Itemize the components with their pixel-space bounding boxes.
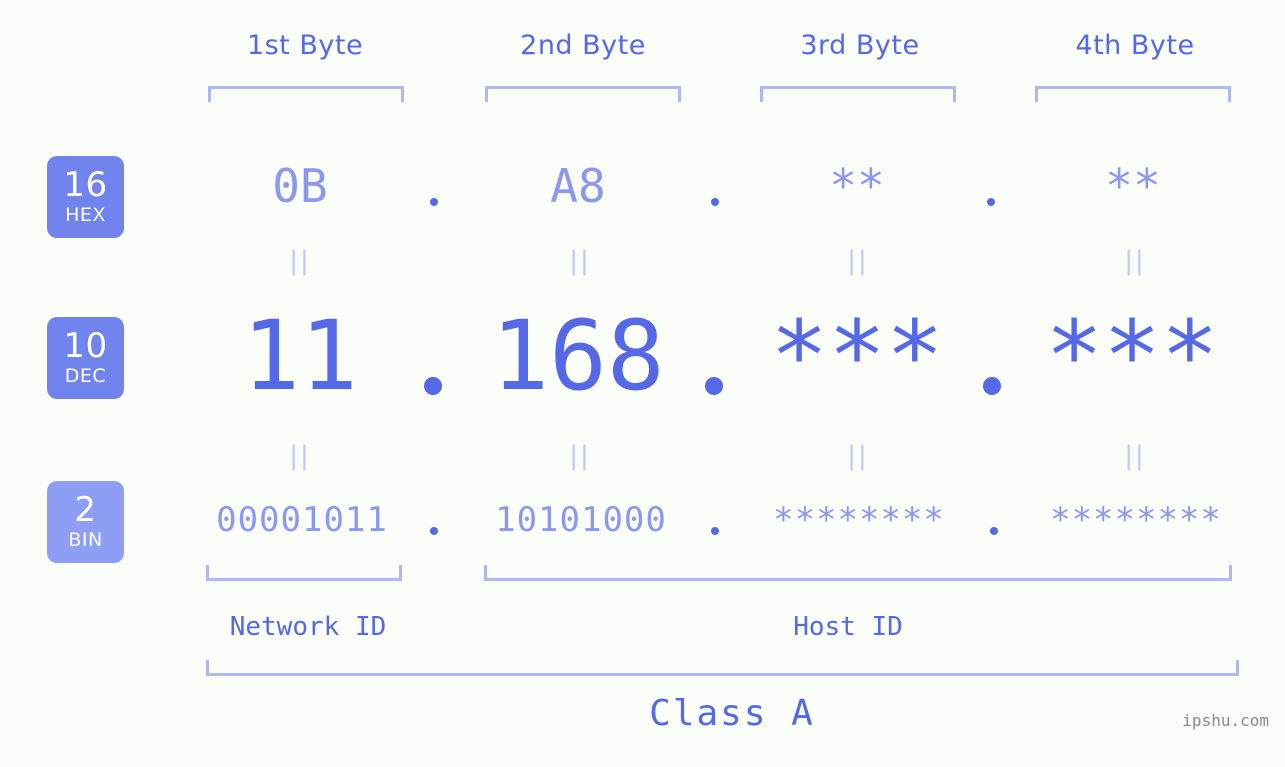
base-badge-bin: 2 BIN bbox=[47, 481, 124, 563]
connector-hex-dec-2: || bbox=[569, 246, 591, 276]
connector-hex-dec-4: || bbox=[1124, 246, 1146, 276]
dec-value-byte-4: *** bbox=[1045, 300, 1219, 412]
watermark: ipshu.com bbox=[1182, 711, 1269, 730]
base-badge-dec-number: 10 bbox=[63, 326, 108, 366]
dec-separator-dot-1 bbox=[424, 377, 442, 395]
base-badge-bin-label: BIN bbox=[68, 529, 103, 551]
bin-value-byte-3: ******** bbox=[773, 500, 945, 540]
host-id-label: Host ID bbox=[793, 612, 903, 642]
base-badge-hex: 16 HEX bbox=[47, 156, 124, 238]
bin-value-byte-2: 10101000 bbox=[495, 500, 667, 540]
base-badge-hex-label: HEX bbox=[65, 204, 106, 226]
hex-separator-dot-3 bbox=[987, 198, 995, 206]
byte-header-2: 2nd Byte bbox=[520, 30, 646, 61]
connector-dec-bin-4: || bbox=[1124, 441, 1146, 471]
base-badge-dec-label: DEC bbox=[64, 365, 107, 387]
connector-hex-dec-1: || bbox=[289, 246, 311, 276]
dec-separator-dot-3 bbox=[983, 377, 1001, 395]
byte-bracket-3 bbox=[760, 86, 956, 102]
hex-value-byte-4: ** bbox=[1105, 159, 1161, 213]
dec-value-byte-3: *** bbox=[770, 300, 944, 412]
hex-separator-dot-2 bbox=[711, 198, 719, 206]
base-badge-dec: 10 DEC bbox=[47, 317, 124, 399]
bin-separator-dot-1 bbox=[430, 527, 438, 535]
byte-bracket-4 bbox=[1035, 86, 1231, 102]
bin-separator-dot-2 bbox=[711, 527, 719, 535]
connector-dec-bin-3: || bbox=[847, 441, 869, 471]
hex-value-byte-1: 0B bbox=[272, 159, 328, 213]
bin-separator-dot-3 bbox=[990, 527, 998, 535]
byte-header-1: 1st Byte bbox=[246, 30, 364, 61]
byte-header-3: 3rd Byte bbox=[800, 30, 920, 61]
connector-hex-dec-3: || bbox=[847, 246, 869, 276]
byte-bracket-1 bbox=[208, 86, 404, 102]
network-id-label: Network ID bbox=[229, 612, 387, 642]
hex-value-byte-2: A8 bbox=[550, 159, 606, 213]
hex-value-byte-3: ** bbox=[829, 159, 885, 213]
byte-header-4: 4th Byte bbox=[1075, 30, 1195, 61]
ip-byte-diagram: 1st Byte 2nd Byte 3rd Byte 4th Byte 16 H… bbox=[0, 0, 1285, 767]
dec-separator-dot-2 bbox=[705, 377, 723, 395]
connector-dec-bin-2: || bbox=[569, 441, 591, 471]
dec-value-byte-2: 168 bbox=[491, 300, 665, 412]
base-badge-bin-number: 2 bbox=[74, 490, 97, 530]
bin-value-byte-4: ******** bbox=[1050, 500, 1222, 540]
network-id-bracket bbox=[206, 565, 402, 581]
class-label: Class A bbox=[649, 693, 815, 734]
bin-value-byte-1: 00001011 bbox=[216, 500, 388, 540]
connector-dec-bin-1: || bbox=[289, 441, 311, 471]
byte-bracket-2 bbox=[485, 86, 681, 102]
hex-separator-dot-1 bbox=[430, 198, 438, 206]
class-bracket bbox=[206, 660, 1239, 676]
dec-value-byte-1: 11 bbox=[242, 300, 358, 412]
host-id-bracket bbox=[484, 565, 1232, 581]
base-badge-hex-number: 16 bbox=[63, 165, 108, 205]
